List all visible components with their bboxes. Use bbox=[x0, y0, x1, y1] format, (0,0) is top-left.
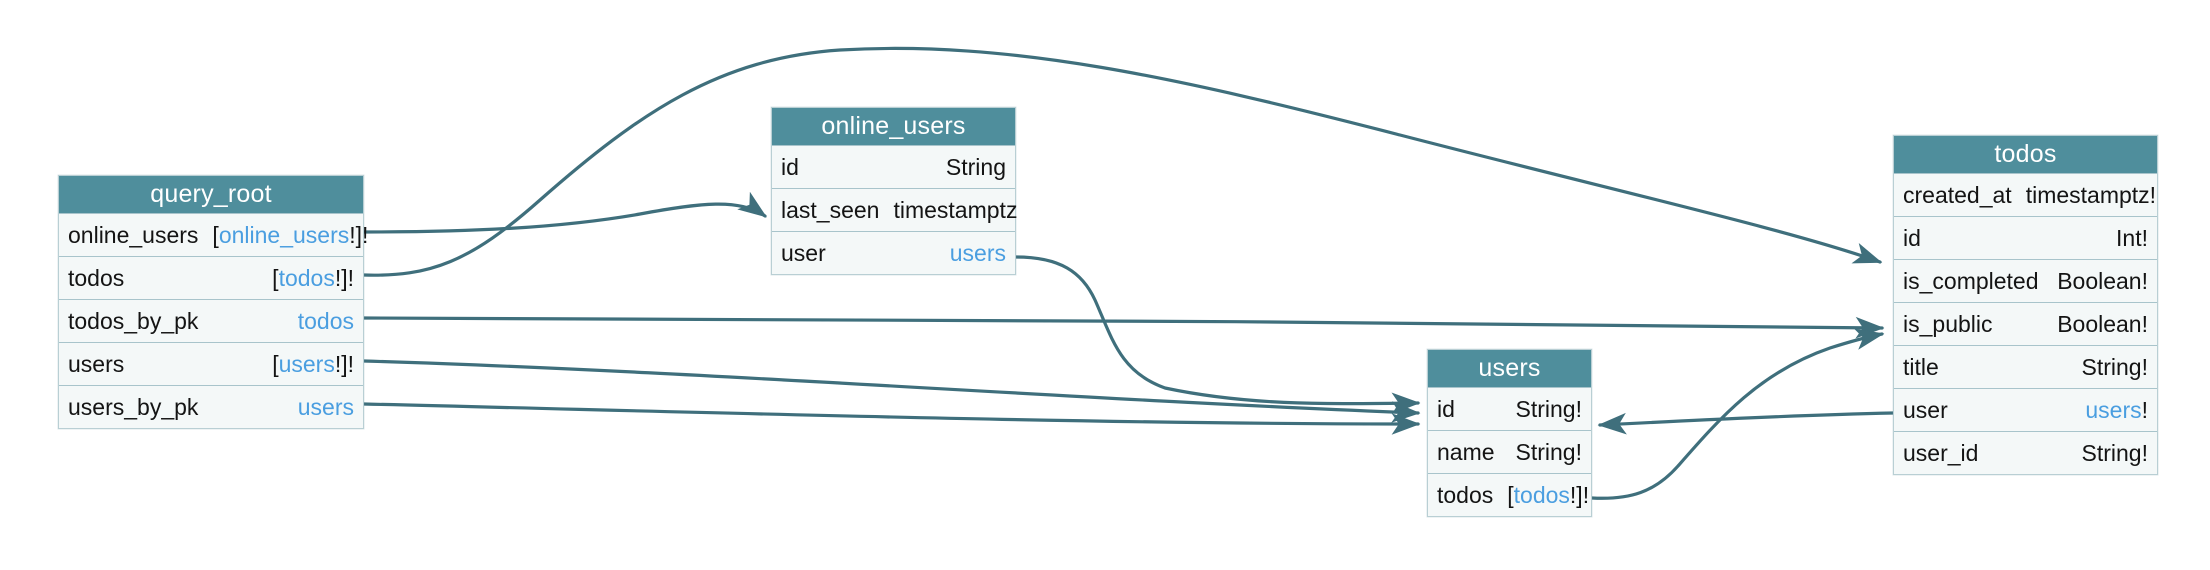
type-ref-link[interactable]: users bbox=[2085, 397, 2141, 423]
field-row-id[interactable]: id String! bbox=[1428, 387, 1591, 430]
field-name: user bbox=[781, 239, 826, 266]
field-row-name[interactable]: name String! bbox=[1428, 430, 1591, 473]
field-name: users_by_pk bbox=[68, 393, 199, 420]
field-row-user_id[interactable]: user_id String! bbox=[1894, 431, 2157, 474]
field-name: id bbox=[1437, 395, 1455, 422]
field-row-todos_by_pk[interactable]: todos_by_pk todos bbox=[59, 299, 363, 342]
type-ref-link[interactable]: users bbox=[279, 351, 335, 377]
field-name: todos_by_pk bbox=[68, 307, 199, 334]
field-row-user[interactable]: user users! bbox=[1894, 388, 2157, 431]
type-ref-link[interactable]: users bbox=[298, 394, 354, 420]
type-box-query_root[interactable]: query_root online_users [online_users!]!… bbox=[58, 175, 368, 429]
field-name: created_at bbox=[1903, 181, 2012, 208]
field-name: online_users bbox=[68, 221, 199, 248]
field-type: todos bbox=[298, 308, 354, 335]
field-name: is_public bbox=[1903, 310, 1993, 337]
field-name: todos bbox=[1437, 481, 1494, 508]
field-name: is_completed bbox=[1903, 267, 2039, 294]
field-name: user bbox=[1903, 396, 1948, 423]
field-type: Int! bbox=[2116, 224, 2148, 251]
edge-query_root-todos bbox=[362, 46, 1883, 277]
field-row-is_public[interactable]: is_public Boolean! bbox=[1894, 302, 2157, 345]
field-row-users[interactable]: users [users!]! bbox=[59, 342, 363, 385]
type-header-online_users: online_users bbox=[772, 108, 1015, 145]
edge-todos-users bbox=[1597, 411, 1895, 435]
field-type: [online_users!]! bbox=[212, 221, 369, 248]
field-row-online_users[interactable]: online_users [online_users!]! bbox=[59, 213, 368, 256]
field-type: [todos!]! bbox=[1507, 481, 1590, 508]
type-ref-link[interactable]: online_users bbox=[219, 222, 349, 248]
field-name: last_seen bbox=[781, 196, 880, 223]
edge-users-todos bbox=[1590, 328, 1885, 500]
edge-query_root-users_by_pk bbox=[362, 402, 1421, 435]
field-type: String! bbox=[2081, 439, 2148, 466]
field-name: title bbox=[1903, 353, 1939, 380]
field-type: [todos!]! bbox=[272, 264, 354, 291]
field-name: name bbox=[1437, 438, 1495, 465]
field-type: users bbox=[298, 394, 354, 421]
type-ref-link[interactable]: todos bbox=[1514, 482, 1570, 508]
field-row-title[interactable]: title String! bbox=[1894, 345, 2157, 388]
field-row-user[interactable]: user users bbox=[772, 231, 1015, 274]
field-type: Boolean! bbox=[2057, 310, 2148, 337]
field-type: [users!]! bbox=[272, 350, 354, 377]
type-header-query_root: query_root bbox=[59, 176, 363, 213]
type-header-users: users bbox=[1428, 350, 1591, 387]
field-type: users bbox=[950, 240, 1006, 267]
field-type: String! bbox=[1515, 438, 1582, 465]
type-box-todos[interactable]: todos created_at timestamptz! id Int! is… bbox=[1893, 135, 2158, 475]
field-row-id[interactable]: id Int! bbox=[1894, 216, 2157, 259]
type-ref-link[interactable]: todos bbox=[279, 265, 335, 291]
field-row-is_completed[interactable]: is_completed Boolean! bbox=[1894, 259, 2157, 302]
field-row-last_seen[interactable]: last_seen timestamptz bbox=[772, 188, 1018, 231]
field-type: String! bbox=[2081, 353, 2148, 380]
field-type: users! bbox=[2085, 396, 2148, 423]
field-row-users_by_pk[interactable]: users_by_pk users bbox=[59, 385, 363, 428]
field-name: users bbox=[68, 350, 125, 377]
field-type: timestamptz! bbox=[2025, 181, 2157, 208]
field-row-todos[interactable]: todos [todos!]! bbox=[59, 256, 363, 299]
field-name: id bbox=[1903, 224, 1921, 251]
edge-query_root-online_users bbox=[362, 191, 767, 234]
type-header-todos: todos bbox=[1894, 136, 2157, 173]
schema-diagram-canvas: query_root online_users [online_users!]!… bbox=[0, 0, 2210, 570]
edge-query_root-users bbox=[362, 359, 1421, 423]
field-type: String bbox=[945, 153, 1006, 180]
edge-query_root-todos_by_pk bbox=[362, 316, 1885, 339]
field-type: Boolean! bbox=[2057, 267, 2148, 294]
field-type: timestamptz bbox=[893, 196, 1018, 223]
field-row-created_at[interactable]: created_at timestamptz! bbox=[1894, 173, 2157, 216]
field-row-id[interactable]: id String bbox=[772, 145, 1015, 188]
type-box-online_users[interactable]: online_users id String last_seen timesta… bbox=[771, 107, 1018, 275]
type-ref-link[interactable]: users bbox=[950, 240, 1006, 266]
field-name: id bbox=[781, 153, 799, 180]
type-ref-link[interactable]: todos bbox=[298, 308, 354, 334]
field-name: user_id bbox=[1903, 439, 1979, 466]
field-name: todos bbox=[68, 264, 125, 291]
field-row-todos[interactable]: todos [todos!]! bbox=[1428, 473, 1591, 516]
type-box-users[interactable]: users id String! name String! todos [tod… bbox=[1427, 349, 1592, 517]
field-type: String! bbox=[1515, 395, 1582, 422]
edge-online_users-users bbox=[1014, 255, 1421, 415]
